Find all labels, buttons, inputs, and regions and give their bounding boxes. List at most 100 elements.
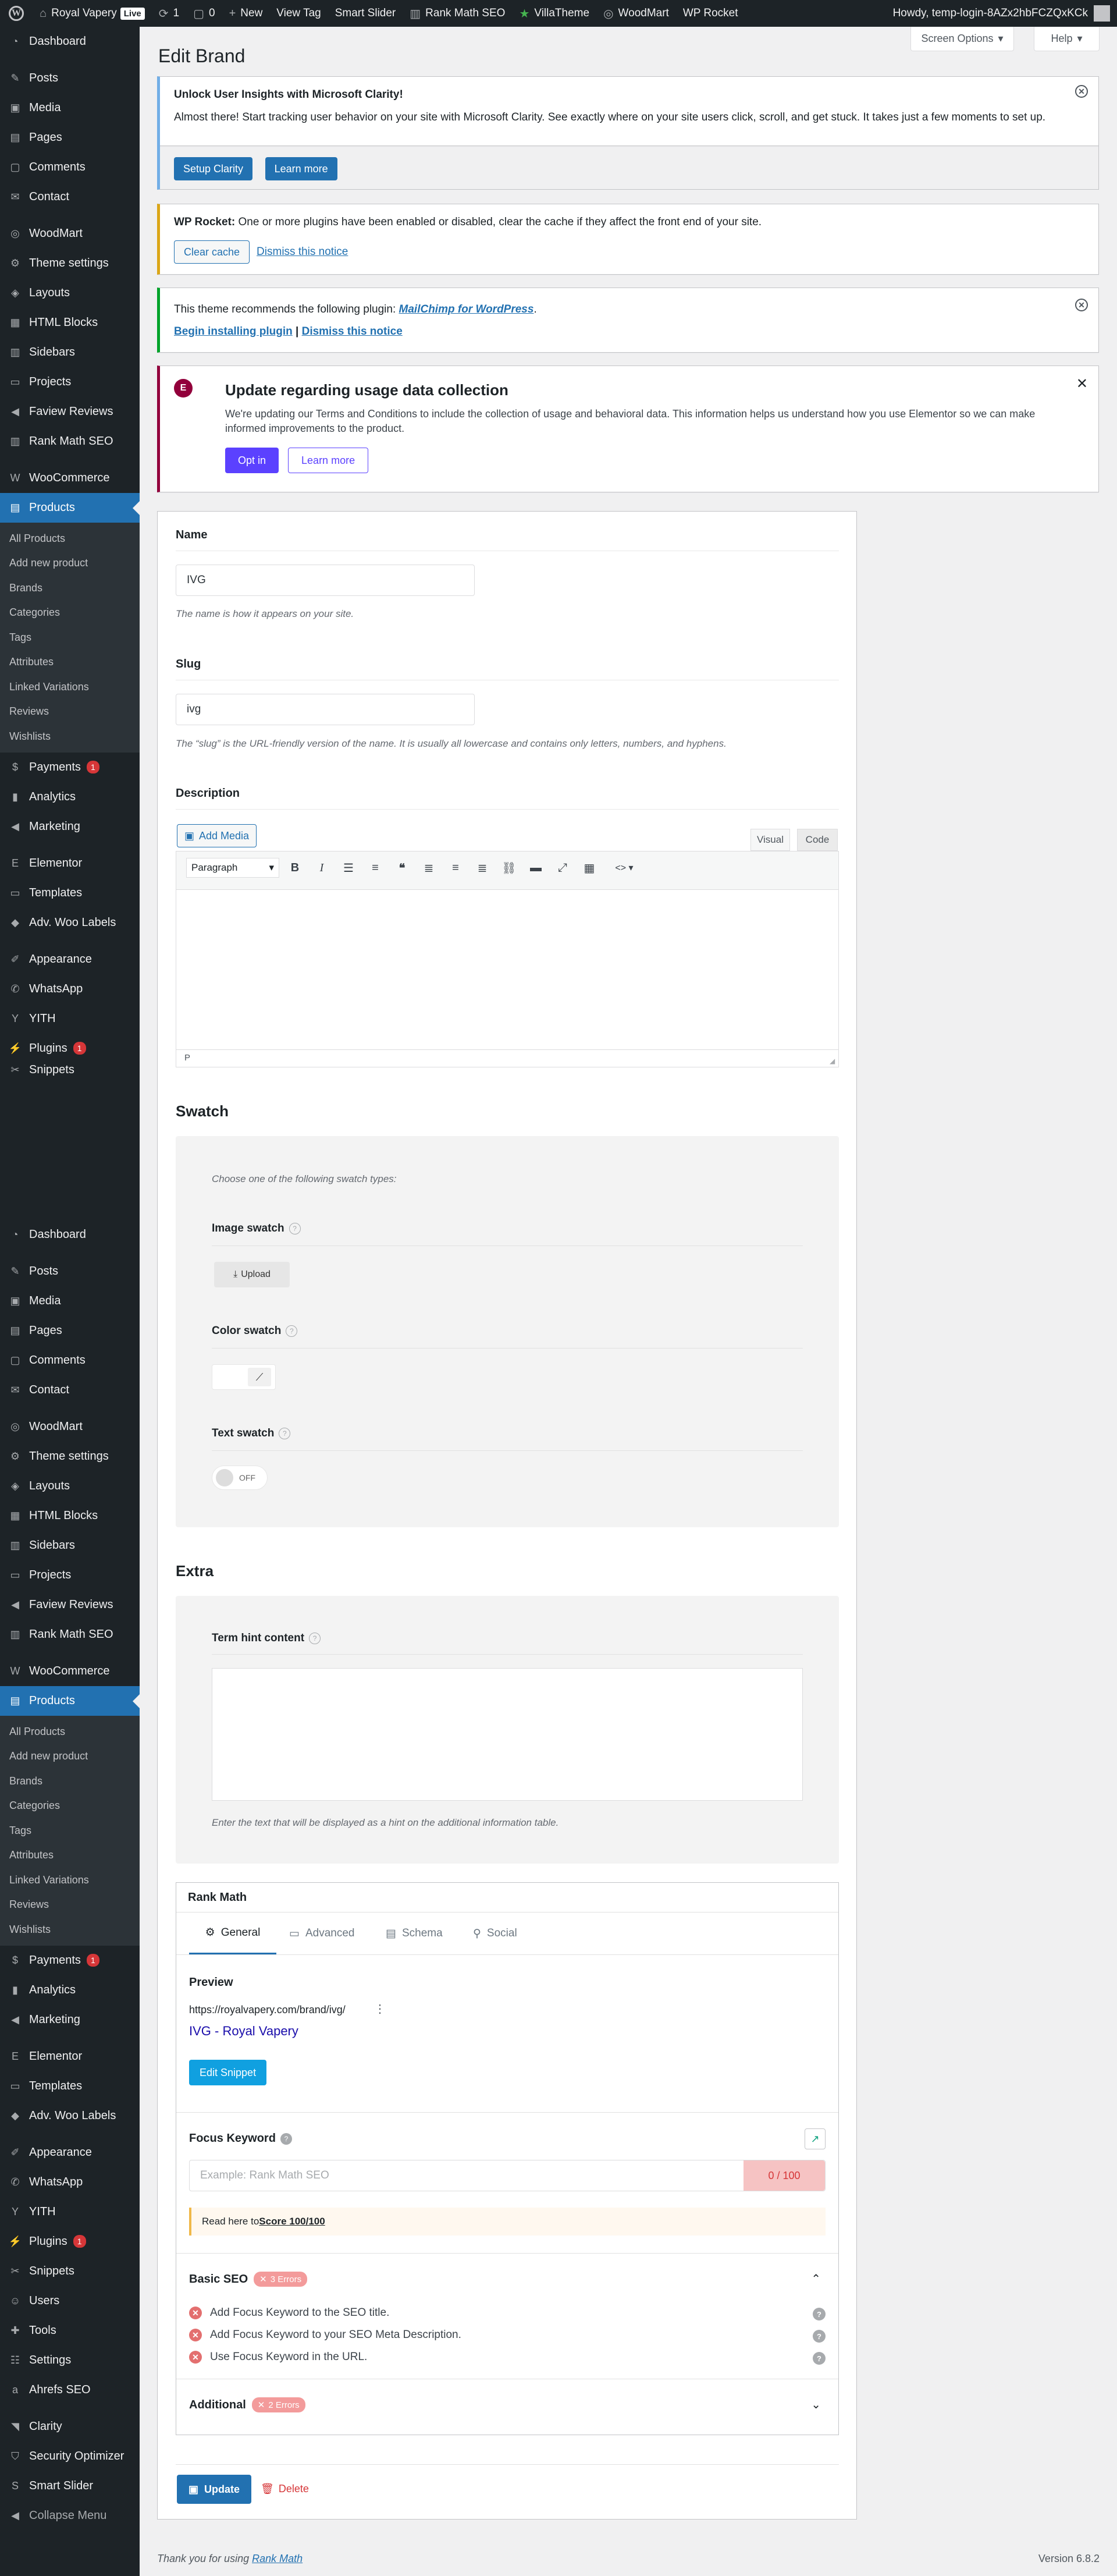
collapse-menu-button[interactable]: ◀ Collapse Menu	[0, 2501, 140, 2531]
help-icon[interactable]: ?	[813, 2308, 826, 2320]
help-icon[interactable]: ?	[813, 2330, 826, 2343]
bullet-list-icon[interactable]: ☰	[340, 859, 357, 877]
sidebar-item-users[interactable]: ☺ Users	[0, 2286, 140, 2316]
format-select[interactable]: Paragraph ▾	[186, 858, 279, 878]
sidebar-item-html-blocks[interactable]: ▦ HTML Blocks	[0, 1501, 140, 1531]
submenu-item[interactable]: Brands	[0, 576, 140, 601]
sidebar-item-products[interactable]: ▤ Products	[0, 1686, 140, 1716]
name-input[interactable]: IVG	[176, 565, 475, 596]
sidebar-item-adv-woo-labels[interactable]: ◆ Adv. Woo Labels	[0, 2101, 140, 2131]
sidebar-item-elementor[interactable]: E Elementor	[0, 849, 140, 878]
mailchimp-plugin-link[interactable]: MailChimp for WordPress	[399, 303, 534, 315]
add-media-button[interactable]: ▣ Add Media	[177, 824, 257, 847]
additional-header[interactable]: Additional ✕ 2 Errors	[189, 2397, 305, 2412]
chevron-down-icon[interactable]: ⌄	[811, 2397, 821, 2412]
tab-visual[interactable]: Visual	[750, 829, 790, 851]
villatheme-link[interactable]: ★ VillaTheme	[512, 0, 596, 27]
submenu-item[interactable]: Add new product	[0, 551, 140, 576]
submenu-item[interactable]: Wishlists	[0, 1917, 140, 1942]
focus-keyword-input[interactable]: Example: Rank Math SEO	[189, 2160, 826, 2191]
sidebar-item-contact[interactable]: ✉ Contact	[0, 1375, 140, 1405]
sidebar-item-settings[interactable]: ☷ Settings	[0, 2346, 140, 2375]
sidebar-item-comments[interactable]: ▢ Comments	[0, 152, 140, 182]
sidebar-item-products[interactable]: ▤ Products	[0, 493, 140, 523]
bold-icon[interactable]: B	[286, 859, 304, 877]
help-icon[interactable]: ?	[279, 1427, 291, 1439]
woodmart-link[interactable]: ◎ WoodMart	[596, 0, 676, 27]
help-icon[interactable]: ?	[309, 1632, 321, 1644]
sidebar-item-dashboard[interactable]: ◔ Dashboard	[0, 1220, 140, 1250]
submenu-item[interactable]: Categories	[0, 601, 140, 626]
more-icon[interactable]: ⋮	[374, 2002, 386, 2016]
submenu-item[interactable]: Categories	[0, 1794, 140, 1819]
align-right-icon[interactable]: ≣	[474, 859, 491, 877]
sidebar-item-comments[interactable]: ▢ Comments	[0, 1346, 140, 1375]
fullscreen-icon[interactable]: ⤢	[554, 859, 571, 877]
sidebar-item-payments[interactable]: $ Payments 1	[0, 1946, 140, 1975]
sidebar-item-plugins[interactable]: ⚡ Plugins 1	[0, 1034, 140, 1063]
view-tag-link[interactable]: View Tag	[269, 0, 328, 27]
sidebar-item-whatsapp[interactable]: ✆ WhatsApp	[0, 2167, 140, 2197]
updates-link[interactable]: ⟳ 1	[152, 0, 186, 27]
submenu-item[interactable]: Reviews	[0, 1893, 140, 1918]
dismiss-icon[interactable]: ✕	[1075, 85, 1088, 98]
sidebar-item-clarity[interactable]: ◥ Clarity	[0, 2412, 140, 2442]
sidebar-item-woocommerce[interactable]: W WooCommerce	[0, 463, 140, 493]
wordpress-logo-menu[interactable]: W	[0, 0, 33, 27]
sidebar-item-posts[interactable]: ✎ Posts	[0, 1257, 140, 1286]
sidebar-item-woodmart[interactable]: ◎ WoodMart	[0, 219, 140, 249]
align-center-icon[interactable]: ≡	[447, 859, 464, 877]
italic-icon[interactable]: I	[313, 859, 330, 877]
sidebar-item-whatsapp[interactable]: ✆ WhatsApp	[0, 974, 140, 1004]
sidebar-item-security-optimizer[interactable]: ⛉ Security Optimizer	[0, 2442, 140, 2471]
sidebar-item-posts[interactable]: ✎ Posts	[0, 63, 140, 93]
code-icon[interactable]: <> ▾	[610, 859, 639, 877]
upload-button[interactable]: ⤓ Upload	[214, 1262, 290, 1287]
setup-clarity-button[interactable]: Setup Clarity	[174, 157, 253, 180]
tab-schema[interactable]: ▤ Schema	[386, 1913, 443, 1954]
sidebar-item-html-blocks[interactable]: ▦ HTML Blocks	[0, 308, 140, 338]
close-icon[interactable]: ✕	[1076, 375, 1088, 392]
site-name-link[interactable]: ⌂ Royal Vapery Live	[33, 0, 152, 27]
dismiss-icon[interactable]: ✕	[1075, 299, 1088, 311]
smart-slider-link[interactable]: Smart Slider	[328, 0, 403, 27]
basic-seo-header[interactable]: Basic SEO ✕ 3 Errors	[189, 2272, 308, 2287]
tab-advanced[interactable]: ▭ Advanced	[289, 1913, 354, 1954]
sidebar-item-appearance[interactable]: ✐ Appearance	[0, 2138, 140, 2167]
sidebar-item-sidebars[interactable]: ▥ Sidebars	[0, 1531, 140, 1560]
sidebar-item-plugins[interactable]: ⚡ Plugins 1	[0, 2227, 140, 2256]
help-icon[interactable]: ?	[289, 1222, 301, 1234]
sidebar-item-rank-math-seo[interactable]: ▥ Rank Math SEO	[0, 1620, 140, 1649]
sidebar-item-templates[interactable]: ▭ Templates	[0, 878, 140, 908]
clear-cache-button[interactable]: Clear cache	[174, 240, 250, 264]
sidebar-item-layouts[interactable]: ◈ Layouts	[0, 1471, 140, 1501]
help-button[interactable]: Help ▾	[1034, 27, 1100, 51]
score-link[interactable]: Score 100/100	[259, 2216, 325, 2227]
sidebar-item-layouts[interactable]: ◈ Layouts	[0, 278, 140, 308]
sidebar-item-theme-settings[interactable]: ⚙ Theme settings	[0, 249, 140, 278]
edit-snippet-button[interactable]: Edit Snippet	[189, 2060, 267, 2085]
clarity-learn-more-button[interactable]: Learn more	[265, 157, 337, 180]
help-icon[interactable]: ?	[280, 2133, 292, 2145]
numbered-list-icon[interactable]: ≡	[367, 859, 384, 877]
submenu-item[interactable]: Attributes	[0, 1843, 140, 1868]
sidebar-item-projects[interactable]: ▭ Projects	[0, 367, 140, 397]
submenu-item[interactable]: Brands	[0, 1769, 140, 1794]
tab-general[interactable]: ⚙ General	[189, 1913, 276, 1954]
screen-options-button[interactable]: Screen Options ▾	[910, 27, 1014, 51]
dismiss-theme-notice-link[interactable]: Dismiss this notice	[302, 325, 403, 338]
resize-handle-icon[interactable]: ◢	[830, 1057, 835, 1065]
chevron-up-icon[interactable]: ⌃	[811, 2272, 821, 2286]
read-more-icon[interactable]: ▬	[527, 859, 545, 877]
sidebar-item-yith[interactable]: Y YITH	[0, 1004, 140, 1034]
sidebar-item-pages[interactable]: ▤ Pages	[0, 1316, 140, 1346]
sidebar-item-adv-woo-labels[interactable]: ◆ Adv. Woo Labels	[0, 908, 140, 938]
sidebar-item-ahrefs-seo[interactable]: a Ahrefs SEO	[0, 2375, 140, 2405]
sidebar-item-projects[interactable]: ▭ Projects	[0, 1560, 140, 1590]
sidebar-item-templates[interactable]: ▭ Templates	[0, 2071, 140, 2101]
tab-code[interactable]: Code	[797, 829, 838, 851]
sidebar-item-sidebars[interactable]: ▥ Sidebars	[0, 338, 140, 367]
editor-body[interactable]	[182, 898, 833, 1011]
sidebar-item-rank-math-seo[interactable]: ▥ Rank Math SEO	[0, 427, 140, 456]
help-icon[interactable]: ?	[813, 2352, 826, 2365]
